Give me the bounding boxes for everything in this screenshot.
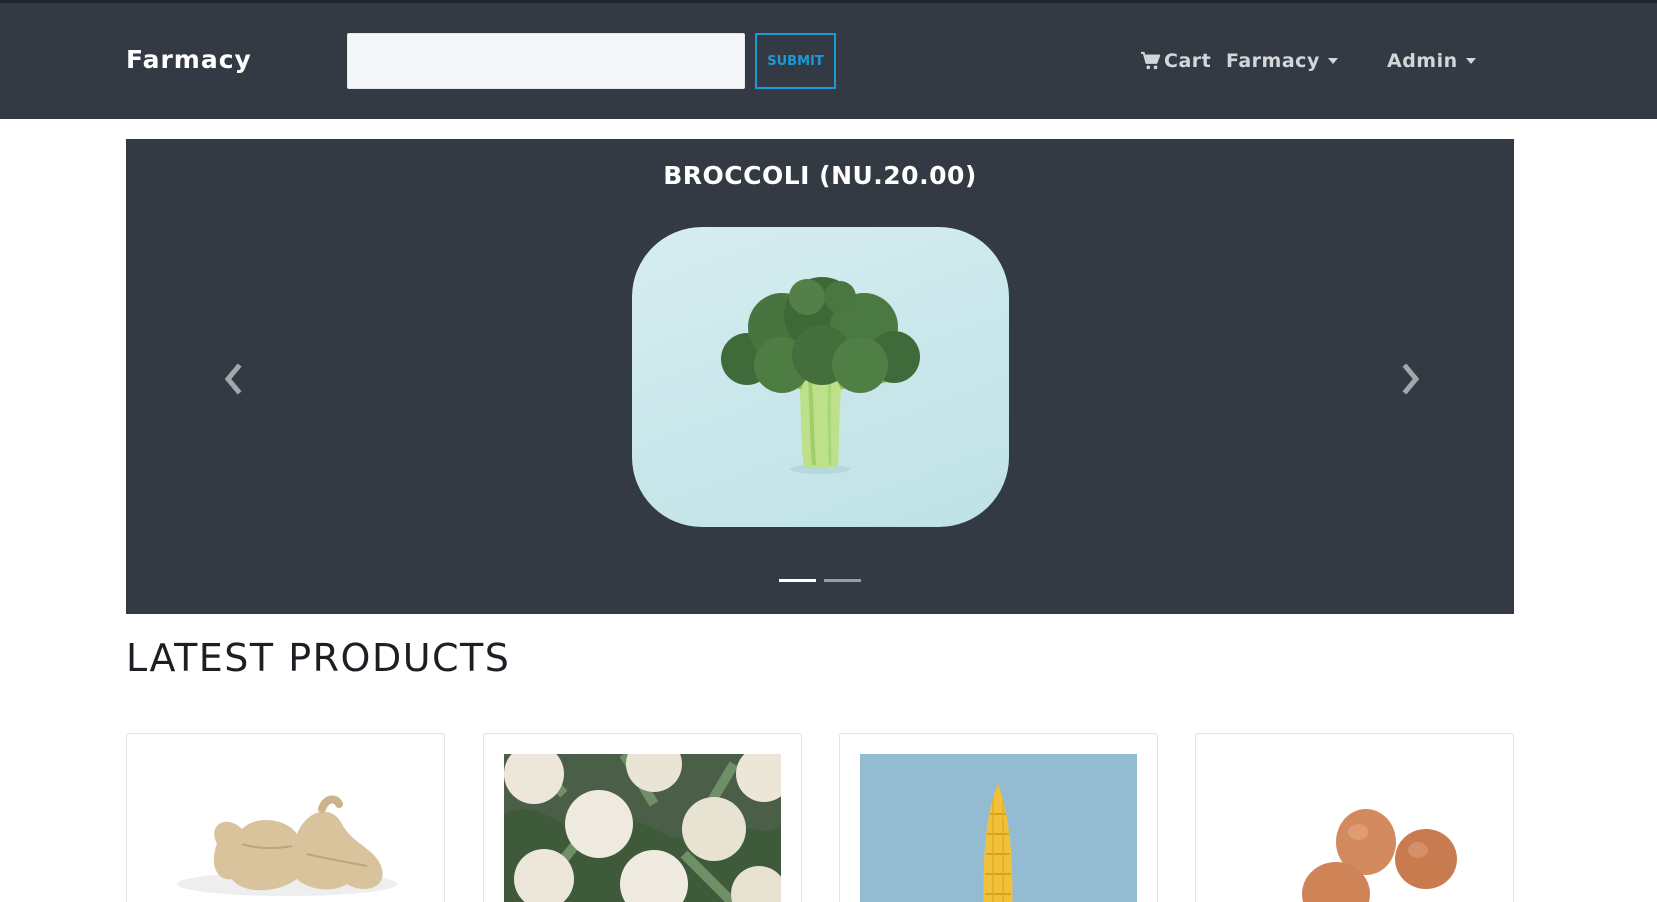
caret-down-icon (1465, 58, 1476, 64)
corn-image (860, 754, 1137, 902)
product-carousel: BROCCOLI (NU.20.00) (126, 139, 1514, 614)
cauliflower-image (504, 754, 781, 902)
eggs-image (1216, 754, 1493, 902)
product-card[interactable] (126, 733, 445, 902)
cart-label: Cart (1164, 50, 1212, 72)
chevron-right-icon (1402, 363, 1420, 395)
ginger-image (147, 754, 424, 902)
latest-products-heading: LATEST PRODUCTS (126, 636, 511, 680)
carousel-indicator-1[interactable] (779, 579, 816, 582)
chevron-left-icon (224, 363, 242, 395)
nav-cart-link[interactable]: Cart (1140, 50, 1211, 72)
broccoli-image (632, 227, 1009, 527)
search-input[interactable] (347, 33, 745, 89)
admin-dropdown-label: Admin (1387, 50, 1458, 72)
caret-down-icon (1327, 58, 1338, 64)
farmacy-dropdown[interactable]: Farmacy (1226, 50, 1338, 72)
farmacy-dropdown-label: Farmacy (1226, 50, 1320, 72)
carousel-indicator-2[interactable] (824, 579, 861, 582)
carousel-indicators (779, 579, 861, 582)
submit-button[interactable]: SUBMIT (755, 33, 836, 89)
product-card[interactable] (1195, 733, 1514, 902)
admin-dropdown[interactable]: Admin (1387, 50, 1476, 72)
slide-title: BROCCOLI (NU.20.00) (663, 161, 977, 190)
carousel-prev-button[interactable] (218, 359, 248, 399)
product-card[interactable] (839, 733, 1158, 902)
navbar: Farmacy SUBMIT Cart Farmacy Admin (0, 3, 1657, 119)
product-card[interactable] (483, 733, 802, 902)
cart-icon (1141, 51, 1161, 70)
carousel-next-button[interactable] (1396, 359, 1426, 399)
brand-logo[interactable]: Farmacy (126, 45, 252, 74)
